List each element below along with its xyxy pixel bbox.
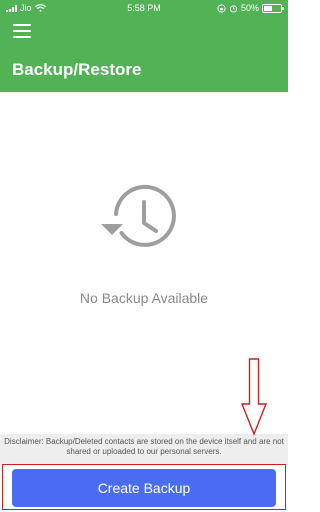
status-right: 50%	[217, 3, 284, 13]
hamburger-menu-icon[interactable]	[13, 24, 31, 38]
disclaimer-text: Disclaimer: Backup/Deleted contacts are …	[0, 434, 288, 464]
page-title: Backup/Restore	[12, 60, 142, 79]
battery-icon	[262, 3, 284, 13]
annotation-arrow-icon	[240, 358, 268, 436]
empty-state-message: No Backup Available	[79, 290, 209, 306]
create-backup-button[interactable]: Create Backup	[12, 469, 276, 507]
history-clock-icon	[101, 184, 176, 247]
battery-percent: 50%	[240, 3, 259, 13]
status-bar: Jio 5:58 PM 50%	[0, 0, 288, 17]
alarm-icon	[229, 4, 238, 13]
app-header: Jio 5:58 PM 50% Backup/Restore	[0, 0, 288, 92]
lock-rotation-icon	[217, 3, 226, 13]
